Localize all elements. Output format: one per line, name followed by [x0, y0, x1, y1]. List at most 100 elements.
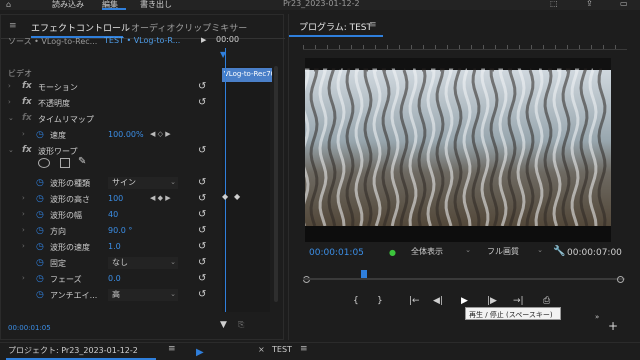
tab-effect-controls[interactable]: エフェクトコントロール — [31, 21, 130, 34]
clip-bar[interactable]: VLog-to-Rec709 — [222, 68, 272, 82]
panel-menu-icon[interactable]: ≡ — [369, 20, 377, 30]
param-row-phase[interactable]: › ◷ フェーズ 0.0 ↺ — [0, 272, 222, 288]
param-row-waveheight[interactable]: › ◷ 波形の高さ 100 ◀ ◆ ▶ ↺ — [0, 192, 222, 208]
tab-timeline[interactable]: TEST — [272, 345, 292, 354]
step-forward-icon[interactable]: |▶ — [487, 296, 497, 306]
reset-icon[interactable]: ↺ — [198, 209, 206, 220]
effect-row-timeremap[interactable]: ⌄ fx タイムリマップ — [0, 112, 222, 128]
rectangle-mask-icon[interactable] — [60, 158, 70, 168]
effect-row-opacity[interactable]: › fx 不透明度 ↺ — [0, 96, 222, 112]
param-row-antialias[interactable]: ◷ アンチエイ... 高 ⌄ ↺ — [0, 288, 222, 304]
video-image — [305, 58, 611, 242]
keyframe-diamond-icon[interactable]: ◆ — [234, 192, 240, 201]
param-label: 波形の幅 — [50, 211, 82, 220]
scroll-end-handle[interactable] — [617, 276, 624, 283]
close-icon[interactable]: × — [258, 345, 265, 354]
reset-icon[interactable]: ↺ — [198, 273, 206, 284]
zoom-dropdown[interactable]: 全体表示 ⌄ — [407, 246, 473, 258]
playback-bar[interactable] — [303, 278, 625, 280]
antialias-dropdown[interactable]: 高 ⌄ — [108, 289, 178, 301]
export-frame-icon[interactable]: ⎙ — [543, 296, 550, 306]
playhead-line[interactable] — [225, 48, 226, 312]
sequence-label[interactable]: TEST • VLog-to-R... — [104, 36, 180, 45]
fx-icon: fx — [22, 81, 32, 91]
param-value[interactable]: 100.00% — [108, 130, 144, 139]
duration-timecode: 00:00:07:00 — [567, 248, 622, 258]
stopwatch-icon: ◷ — [36, 242, 44, 252]
ruler-tick — [555, 45, 556, 49]
tab-project[interactable]: プロジェクト: Pr23_2023-01-12-2 — [8, 345, 138, 356]
reset-icon[interactable]: ↺ — [198, 289, 206, 300]
selection-tool-icon[interactable]: ▶ — [196, 347, 204, 358]
reset-icon[interactable]: ↺ — [198, 193, 206, 204]
quality-dropdown[interactable]: フル画質 ⌄ — [483, 246, 543, 258]
bottom-tabs: プロジェクト: Pr23_2023-01-12-2 ≡ ▶ × TEST ≡ — [0, 342, 640, 360]
param-value[interactable]: 100 — [108, 194, 123, 203]
param-row-speed[interactable]: › ◷ 速度 100.00% ◀ ◇ ▶ — [0, 128, 222, 144]
current-timecode[interactable]: 00:00:01:05 — [309, 248, 364, 258]
param-label: 波形の種類 — [50, 179, 90, 188]
step-back-icon[interactable]: ◀| — [433, 296, 443, 306]
menu-underline — [102, 8, 126, 10]
param-row-pin[interactable]: ◷ 固定 なし ⌄ ↺ — [0, 256, 222, 272]
reset-icon[interactable]: ↺ — [198, 145, 206, 156]
tooltip: 再生 / 停止 (スペースキー) — [465, 307, 561, 320]
window-icon[interactable]: ▭ — [620, 0, 628, 8]
keyframe-timeline[interactable] — [222, 66, 270, 312]
panel-menu-icon[interactable]: ≡ — [9, 21, 17, 31]
add-button-icon[interactable]: + — [608, 319, 618, 333]
reset-icon[interactable]: ↺ — [198, 257, 206, 268]
pin-dropdown[interactable]: なし ⌄ — [108, 257, 178, 269]
effect-row-motion[interactable]: › fx モーション ↺ — [0, 80, 222, 96]
wavetype-dropdown[interactable]: サイン ⌄ — [108, 177, 178, 189]
reset-icon[interactable]: ↺ — [198, 241, 206, 252]
param-row-wavewidth[interactable]: › ◷ 波形の幅 40 ↺ — [0, 208, 222, 224]
effect-row-warp[interactable]: ⌄ fx 波形ワープ ↺ — [0, 144, 222, 160]
go-to-in-icon[interactable]: |← — [409, 296, 420, 306]
share-icon[interactable]: ⇪ — [586, 0, 593, 8]
param-row-direction[interactable]: › ◷ 方向 90.0 ° ↺ — [0, 224, 222, 240]
ruler-tick — [303, 45, 304, 49]
mark-in-icon[interactable]: { — [353, 296, 359, 306]
panel-menu-icon[interactable]: ≡ — [300, 344, 308, 354]
ruler-tick — [435, 45, 436, 49]
reset-icon[interactable]: ↺ — [198, 97, 206, 108]
ellipse-mask-icon[interactable] — [38, 158, 50, 168]
param-value[interactable]: 40 — [108, 210, 118, 219]
reset-icon[interactable]: ↺ — [198, 225, 206, 236]
play-icon[interactable]: ▶ — [201, 36, 206, 44]
param-value[interactable]: 0.0 — [108, 274, 121, 283]
menu-import[interactable]: 読み込み — [52, 0, 84, 10]
reset-icon[interactable]: ↺ — [198, 177, 206, 188]
export-frame-icon[interactable]: ⎘ — [238, 320, 244, 330]
reset-icon[interactable]: ↺ — [198, 81, 206, 92]
scrollbar[interactable] — [274, 66, 278, 302]
keyframe-diamond-icon[interactable]: ◆ — [222, 192, 228, 201]
project-title: Pr23_2023-01-12-2 — [283, 0, 360, 8]
more-icon[interactable]: » — [595, 313, 599, 321]
play-stop-icon[interactable]: ▶ — [461, 296, 468, 306]
fullscreen-icon[interactable]: ⬚ — [550, 0, 558, 8]
chevron-right-icon: › — [8, 98, 11, 106]
mark-out-icon[interactable]: } — [377, 296, 383, 306]
source-label[interactable]: ソース • VLog-to-Rec... — [8, 36, 97, 47]
home-icon[interactable]: ⌂ — [6, 0, 11, 9]
param-row-wavetype[interactable]: ◷ 波形の種類 サイン ⌄ ↺ — [0, 176, 222, 192]
go-to-out-icon[interactable]: →| — [513, 296, 524, 306]
timeline-ruler[interactable] — [303, 42, 627, 50]
param-row-wavespeed[interactable]: › ◷ 波形の速度 1.0 ↺ — [0, 240, 222, 256]
ruler-tick — [363, 45, 364, 49]
pen-mask-icon[interactable]: ✎ — [78, 156, 86, 167]
playhead-marker[interactable] — [360, 270, 367, 278]
wrench-icon[interactable]: 🔧 — [553, 246, 565, 257]
filter-icon[interactable]: ▼ — [220, 320, 227, 330]
menu-export[interactable]: 書き出し — [140, 0, 172, 10]
panel-menu-icon[interactable]: ≡ — [168, 344, 176, 354]
fx-icon: fx — [22, 97, 32, 107]
param-value[interactable]: 90.0 ° — [108, 226, 132, 235]
ruler-tick — [495, 45, 496, 49]
program-title[interactable]: プログラム: TEST — [299, 20, 372, 33]
ruler-tick — [543, 45, 544, 49]
param-value[interactable]: 1.0 — [108, 242, 121, 251]
tab-audio-mixer[interactable]: オーディオクリップミキサー — [131, 21, 247, 34]
